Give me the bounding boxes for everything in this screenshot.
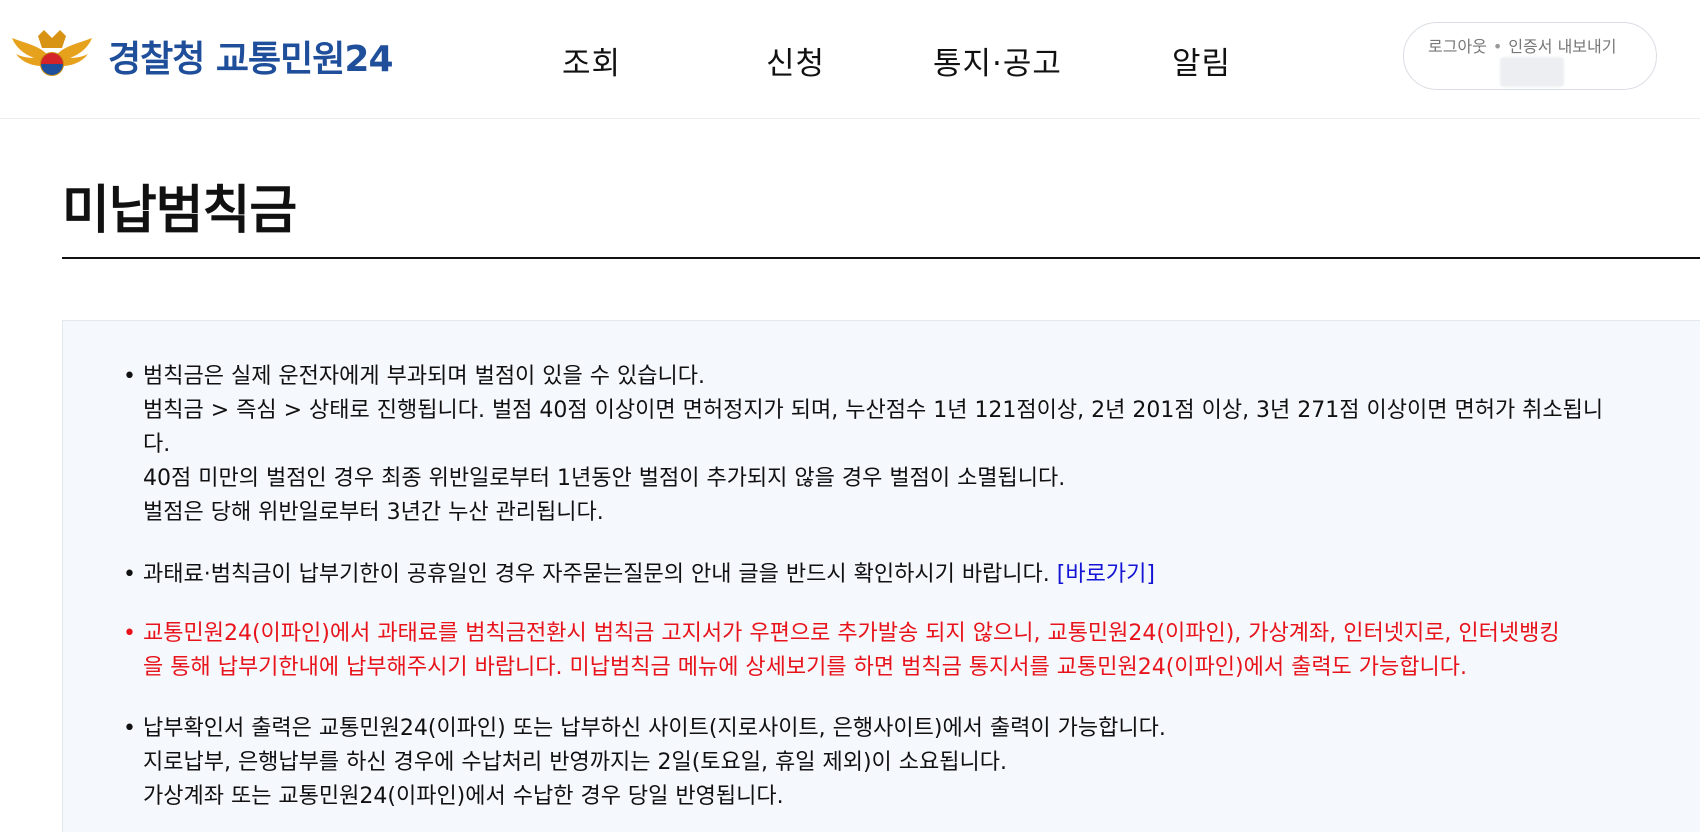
notice-line: 범칙금 > 즉심 > 상태로 진행됩니다. 벌점 40점 이상이면 면허정지가 …	[143, 398, 1604, 423]
notice-line: 지로납부, 은행납부를 하신 경우에 수납처리 반영까지는 2일(토요일, 휴일…	[143, 750, 1007, 775]
notice-line: 범칙금은 실제 운전자에게 부과되며 벌점이 있을 수 있습니다.	[143, 364, 705, 389]
nav-item-alerts[interactable]: 알림	[1172, 38, 1231, 83]
site-logo[interactable]: 경찰청 교통민원24	[8, 28, 393, 84]
export-cert-link[interactable]: 인증서 내보내기	[1508, 37, 1616, 56]
nav-item-application[interactable]: 신청	[766, 38, 825, 83]
page-title: 미납범칙금	[62, 181, 297, 241]
logo-service: 교통민원24	[215, 39, 394, 80]
bullet: •	[123, 716, 136, 741]
bullet: •	[123, 364, 136, 389]
notice-box: • 범칙금은 실제 운전자에게 부과되며 벌점이 있을 수 있습니다. 범칙금 …	[62, 320, 1700, 832]
bullet: •	[123, 562, 136, 587]
notice-line: 교통민원24(이파인)에서 과태료를 범칙금전환시 범칙금 고지서가 우편으로 …	[143, 621, 1560, 646]
nav-item-notice[interactable]: 통지·공고	[933, 38, 1062, 83]
user-links: 로그아웃 • 인증서 내보내기	[1428, 33, 1616, 57]
separator-dot: •	[1492, 37, 1503, 56]
notice-line: 가상계좌 또는 교통민원24(이파인)에서 수납한 경우 당일 반영됩니다.	[143, 784, 784, 809]
notice-line: 다.	[143, 432, 171, 457]
notice-line: 을 통해 납부기한내에 납부해주시기 바랍니다. 미납범칙금 메뉴에 상세보기를…	[143, 655, 1467, 680]
title-divider	[62, 257, 1700, 259]
notice-line: 벌점은 당해 위반일로부터 3년간 누산 관리됩니다.	[143, 500, 604, 525]
notice-line: 납부확인서 출력은 교통민원24(이파인) 또는 납부하신 사이트(지로사이트,…	[143, 716, 1166, 741]
bullet: •	[123, 621, 136, 646]
faq-shortcut-link[interactable]: [바로가기]	[1057, 562, 1155, 587]
site-header: 경찰청 교통민원24 조회 신청 통지·공고 알림 로그아웃 • 인증서 내보내기	[0, 0, 1700, 119]
logo-brand: 경찰청	[108, 39, 205, 80]
notice-line: 40점 미만의 벌점인 경우 최종 위반일로부터 1년동안 벌점이 추가되지 않…	[143, 466, 1066, 491]
site-logo-text: 경찰청 교통민원24	[108, 30, 393, 82]
user-box: 로그아웃 • 인증서 내보내기	[1403, 22, 1657, 90]
logout-link[interactable]: 로그아웃	[1428, 37, 1487, 56]
nav-item-inquiry[interactable]: 조회	[562, 38, 621, 83]
notice-line: 과태료·범칙금이 납부기한이 공휴일인 경우 자주묻는질문의 안내 글을 반드시…	[143, 562, 1050, 587]
user-name-redacted	[1500, 57, 1564, 87]
police-emblem-icon	[12, 30, 92, 76]
